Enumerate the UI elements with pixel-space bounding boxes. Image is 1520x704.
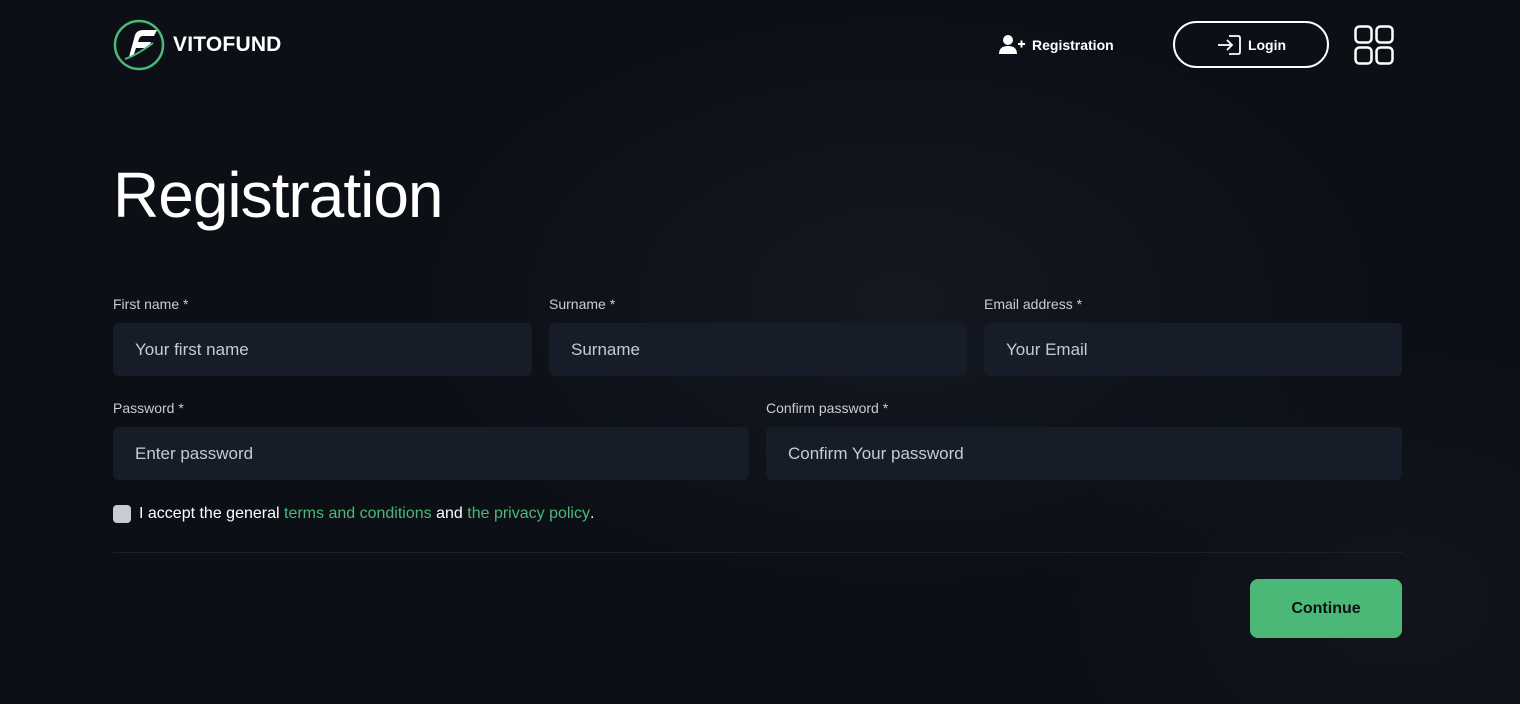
password-label: Password * xyxy=(113,400,184,416)
surname-label: Surname * xyxy=(549,296,616,312)
password-input[interactable] xyxy=(113,427,749,480)
terms-row: I accept the general terms and condition… xyxy=(113,504,594,524)
first-name-group: First name * xyxy=(113,294,532,376)
brand-logo[interactable]: VITOFUND xyxy=(113,19,282,71)
surname-group: Surname * xyxy=(549,294,967,376)
terms-and-conditions-link[interactable]: terms and conditions xyxy=(284,505,432,523)
privacy-policy-link[interactable]: the privacy policy xyxy=(467,505,590,523)
first-name-label: First name * xyxy=(113,296,189,312)
page-title: Registration xyxy=(113,159,443,231)
terms-prefix: I accept the general xyxy=(139,505,280,522)
site-header: VITOFUND Registration Login xyxy=(0,0,1520,90)
password-group: Password * xyxy=(113,398,749,480)
confirm-password-label: Confirm password * xyxy=(766,400,889,416)
nav-registration-label: Registration xyxy=(1032,37,1114,53)
confirm-password-input[interactable] xyxy=(766,427,1402,480)
vitofund-logo-icon xyxy=(113,19,165,71)
email-label: Email address * xyxy=(984,296,1083,312)
sign-in-icon xyxy=(1217,34,1241,55)
continue-button[interactable]: Continue xyxy=(1250,579,1402,638)
login-label: Login xyxy=(1247,36,1287,53)
apps-grid-icon[interactable] xyxy=(1354,25,1394,65)
terms-checkbox[interactable] xyxy=(113,505,131,523)
terms-conjunction: and xyxy=(436,505,463,522)
form-divider xyxy=(113,552,1403,553)
confirm-password-group: Confirm password * xyxy=(766,398,1402,480)
terms-suffix: . xyxy=(589,505,595,522)
brand-name: VITOFUND xyxy=(173,33,282,56)
first-name-input[interactable] xyxy=(113,323,532,376)
login-button[interactable]: Login xyxy=(1173,21,1329,68)
user-plus-icon xyxy=(999,35,1025,54)
email-input[interactable] xyxy=(984,323,1402,376)
nav-registration-link[interactable]: Registration xyxy=(998,32,1114,58)
surname-input[interactable] xyxy=(549,323,967,376)
email-group: Email address * xyxy=(984,294,1402,376)
